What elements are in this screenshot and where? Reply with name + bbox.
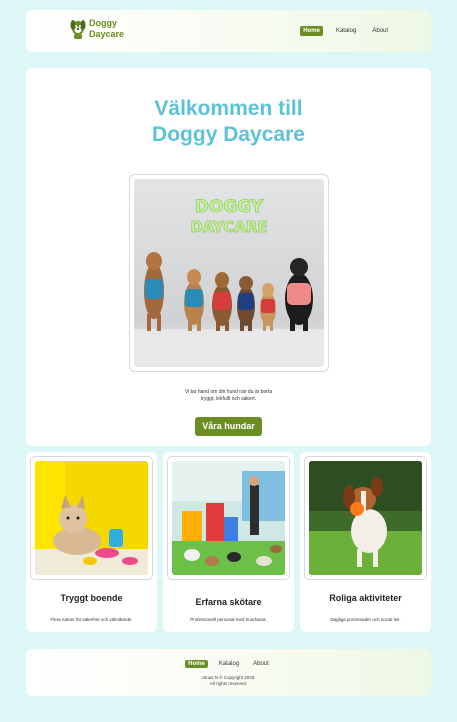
- brand-line2: Daycare: [89, 29, 125, 39]
- hero-image-logo-line1: DOGGY: [195, 197, 264, 217]
- brand-logo[interactable]: Doggy Daycare: [70, 18, 129, 40]
- nav-katalog[interactable]: Katalog: [333, 26, 359, 36]
- footer-nav-katalog[interactable]: Katalog: [216, 660, 242, 668]
- hero-caption-line1: Vi tar hand om din hund när du är borta: [184, 389, 273, 395]
- nav-about[interactable]: About: [369, 26, 391, 36]
- brand-line1: Doggy: [89, 18, 117, 28]
- brand-name: Doggy Daycare: [89, 18, 129, 40]
- card-image-frame: [167, 456, 290, 580]
- card-title: Roliga aktiviteter: [329, 593, 402, 603]
- card-image-dog-toys: [35, 461, 148, 575]
- hero-image-frame: DOGGY DAYCARE: [129, 174, 329, 372]
- our-dogs-button[interactable]: Våra hundar: [195, 417, 262, 436]
- card-description: Professionell personal med hundvana.: [190, 617, 267, 622]
- feature-card-experienced-staff: Erfarna skötare Professionell personal m…: [163, 452, 294, 632]
- card-description: Flera rutiner för säkerhet och välmående…: [50, 617, 133, 622]
- footer-nav-about[interactable]: About: [250, 660, 272, 668]
- nav-home[interactable]: Home: [300, 26, 323, 36]
- footer-nav: Home Katalog About: [26, 660, 431, 668]
- footer-nav-home[interactable]: Home: [185, 660, 208, 668]
- main-nav: Home Katalog About: [300, 26, 391, 36]
- copyright-line2: All rights reserved.: [209, 681, 248, 686]
- hero-title-line2: Doggy Daycare: [152, 123, 305, 146]
- card-title: Tryggt boende: [60, 593, 123, 603]
- card-image-frame: [30, 456, 153, 580]
- dog-logo-icon: [70, 20, 86, 39]
- card-image-beagle-ball: [309, 461, 422, 575]
- site-footer: Home Katalog About Jonas N © Copyright 2…: [26, 649, 431, 696]
- hero-caption: Vi tar hand om din hund när du är borta …: [26, 389, 431, 403]
- hero-title-line1: Välkommen till: [154, 97, 303, 120]
- feature-card-safe-stay: Tryggt boende Flera rutiner för säkerhet…: [26, 452, 157, 632]
- card-description: Dagliga promenader och social lek.: [330, 617, 401, 622]
- hero-caption-line2: tryggt, lekfullt och säkert.: [200, 396, 257, 402]
- copyright-text: Jonas N © Copyright 2025. All rights res…: [26, 675, 431, 687]
- card-image-frame: [304, 456, 427, 580]
- card-title: Erfarna skötare: [195, 597, 262, 607]
- hero-section: Välkommen till Doggy Daycare DOGGY DAYCA…: [26, 68, 431, 446]
- card-image-daycare-room: [172, 461, 285, 575]
- hero-image-logo-line2: DAYCARE: [190, 218, 267, 236]
- hero-image: DOGGY DAYCARE: [134, 179, 324, 367]
- feature-card-fun-activities: Roliga aktiviteter Dagliga promenader oc…: [300, 452, 431, 632]
- hero-title: Välkommen till Doggy Daycare: [26, 96, 431, 148]
- site-header: Doggy Daycare Home Katalog About: [26, 10, 431, 52]
